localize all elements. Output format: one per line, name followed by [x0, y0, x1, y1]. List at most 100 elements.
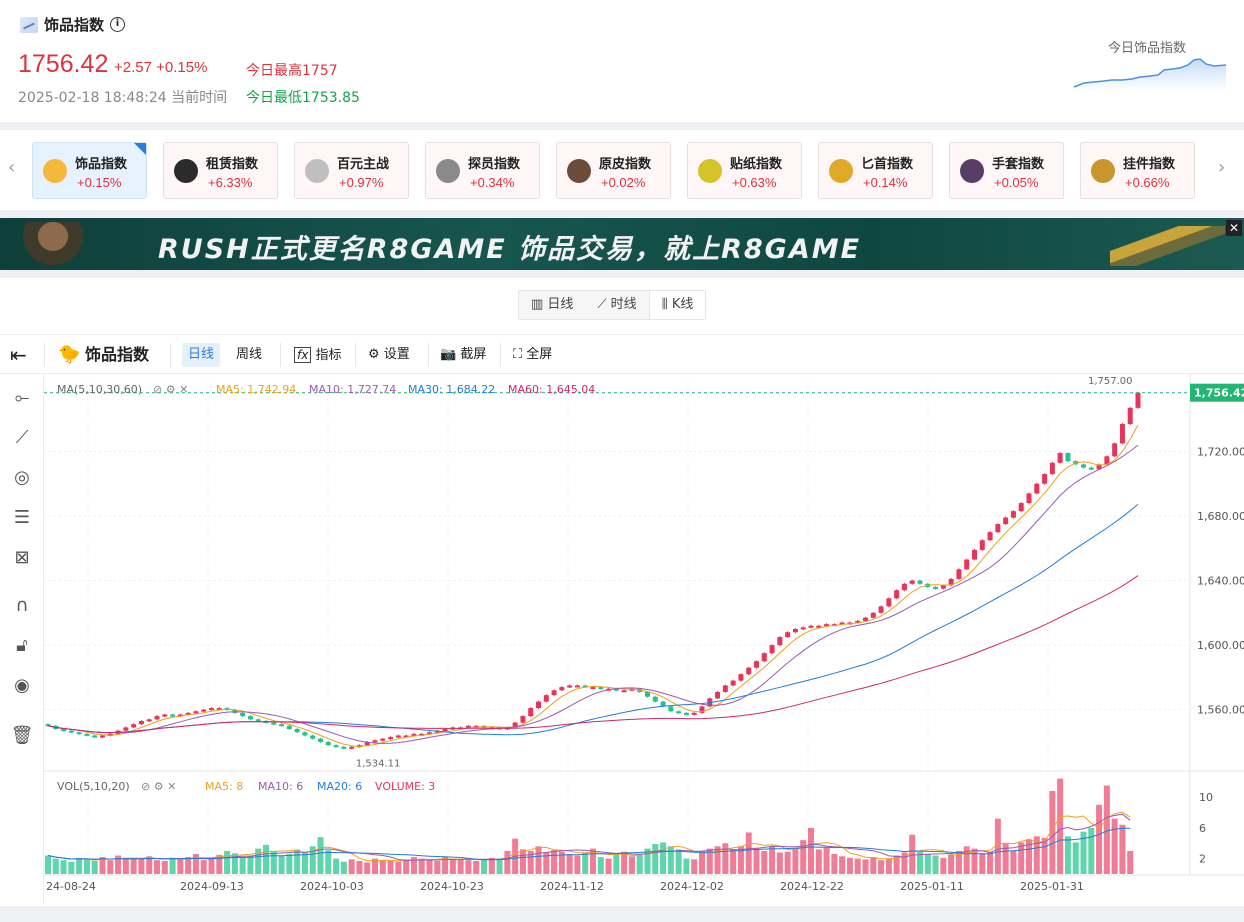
current-price: 1756.42: [18, 50, 109, 78]
volume-bar: [1018, 842, 1025, 874]
volume-bar: [457, 859, 464, 874]
volume-bar: [301, 852, 308, 874]
volume-bar: [769, 846, 776, 874]
volume-bar: [613, 854, 620, 874]
volume-bar: [885, 858, 892, 874]
candle-body: [193, 711, 199, 714]
volume-bar: [566, 854, 573, 874]
promo-banner[interactable]: RUSH正式更名R8GAME 饰品交易，就上R8GAME ✕: [0, 218, 1244, 270]
volume-legend: VOLUME: 3: [375, 780, 435, 793]
volume-bar: [138, 858, 145, 874]
volume-bar: [535, 846, 542, 874]
index-tab[interactable]: 租赁指数 +6.33%: [163, 142, 278, 199]
chart-grid: [44, 374, 1244, 876]
candle-body: [1026, 493, 1032, 504]
volume-bar: [200, 860, 207, 874]
index-tab[interactable]: 贴纸指数 +0.63%: [687, 142, 802, 199]
tabs-next-arrow-icon[interactable]: ›: [1218, 157, 1225, 178]
volume-bar: [699, 850, 705, 874]
volume-bar: [1127, 850, 1134, 874]
index-tab[interactable]: 匕首指数 +0.14%: [818, 142, 933, 199]
index-tab[interactable]: 原皮指数 +0.02%: [556, 142, 671, 199]
vol-eye-slash-icon[interactable]: ⊘ ⚙ ✕: [141, 780, 176, 793]
index-tab-name: 匕首指数: [861, 157, 914, 172]
volume-bar: [348, 859, 355, 874]
volume-bar: [667, 846, 674, 874]
candle-body: [170, 714, 176, 717]
volume-bar: [379, 860, 386, 874]
volume-bar: [387, 860, 394, 874]
time-tick-label: 2024-09-13: [180, 880, 244, 893]
price-change: +2.57 +0.15%: [114, 59, 208, 76]
candle-body: [1119, 424, 1125, 444]
candle-body: [886, 598, 892, 607]
index-tab[interactable]: 挂件指数 +0.66%: [1080, 142, 1195, 199]
volume-tick-label: 2: [1199, 853, 1206, 866]
index-tab-change: +0.02%: [601, 175, 646, 190]
candle-body: [380, 738, 386, 741]
candle-body: [917, 580, 923, 584]
candle-body: [325, 741, 331, 746]
volume-bar: [909, 834, 916, 874]
day-high: 今日最高1757: [246, 63, 338, 79]
volume-bar: [263, 844, 269, 874]
volume-bar: [691, 859, 698, 874]
ma60-legend: MA60: 1,645.04: [508, 383, 595, 396]
candle-body: [543, 695, 549, 702]
candle-body: [933, 587, 939, 590]
candle-body: [100, 735, 105, 738]
axes: 1,560.00 1,600.00 1,640.00 1,680.00 1,720.00…: [44, 376, 1244, 893]
volume-bar: [994, 818, 1001, 874]
time-tick-label: 2025-01-31: [1020, 880, 1084, 893]
volume-bar: [278, 855, 285, 874]
candle-body: [162, 714, 168, 717]
candle-body: [940, 585, 946, 589]
candle-body: [645, 691, 650, 697]
index-tab-change: +0.97%: [339, 175, 384, 190]
index-tab[interactable]: 手套指数 +0.05%: [949, 142, 1064, 199]
time-tick-label: 2024-10-23: [420, 880, 484, 893]
index-tab[interactable]: 饰品指数 +0.15%: [32, 142, 147, 199]
candle-body: [551, 690, 557, 696]
candle-body: [777, 637, 783, 646]
candle-body: [730, 680, 736, 686]
index-tab[interactable]: 探员指数 +0.34%: [425, 142, 540, 199]
volume-bar: [979, 853, 986, 874]
index-tab-name: 原皮指数: [599, 157, 652, 172]
info-icon[interactable]: i: [110, 17, 126, 32]
volume-bar: [808, 827, 814, 874]
volume-bar: [1072, 842, 1079, 874]
volume-bar: [636, 854, 643, 874]
candle-body: [792, 628, 798, 633]
candle-body: [1081, 464, 1086, 468]
volume-bar: [1103, 785, 1110, 874]
index-tab[interactable]: 百元主战 +0.97%: [294, 142, 409, 199]
close-icon[interactable]: ✕: [1226, 220, 1242, 236]
price-tick-label: 1,640.00: [1197, 575, 1244, 588]
volume-bar: [91, 860, 98, 874]
volume-bar: [192, 854, 199, 874]
candle-body: [808, 625, 814, 628]
volume-bar: [519, 849, 526, 874]
eye-slash-icon[interactable]: ⊘ ⚙ ✕: [153, 383, 188, 396]
volume-bar: [722, 843, 729, 874]
candle-body: [138, 720, 144, 725]
candle-body: [341, 746, 347, 749]
volume-bar: [831, 854, 838, 874]
tabs-prev-arrow-icon[interactable]: ‹: [8, 157, 15, 178]
volume-bar: [683, 858, 690, 874]
candle-body: [286, 725, 292, 730]
volume-bar: [815, 849, 822, 874]
kline-chart[interactable]: 1,560.00 1,600.00 1,640.00 1,680.00 1,720.00…: [0, 278, 1244, 906]
index-item-icon: [567, 159, 591, 183]
volume-bar: [1041, 837, 1048, 874]
time-tick-label: 2024-11-12: [540, 880, 604, 893]
index-tab-change: +0.63%: [732, 175, 777, 190]
price-tick-label: 1,720.00: [1197, 445, 1244, 458]
active-corner-marker: [134, 143, 146, 155]
sparkline-title: 今日饰品指数: [1108, 41, 1187, 56]
volume-bar: [1119, 824, 1126, 874]
candle-body: [442, 729, 448, 732]
candle-body: [995, 524, 1001, 533]
index-item-icon: [305, 159, 329, 183]
